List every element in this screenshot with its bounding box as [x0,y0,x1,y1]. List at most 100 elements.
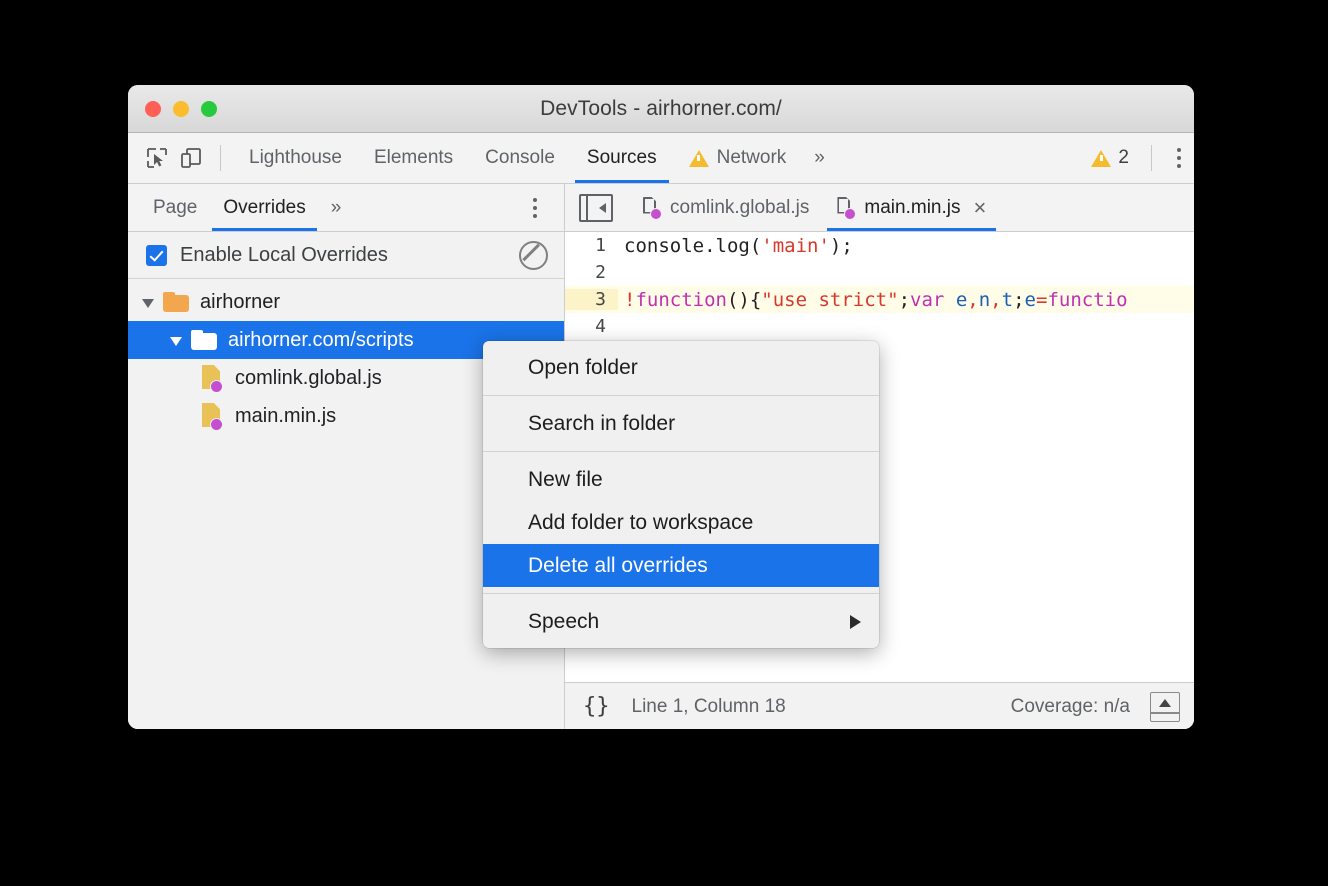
context-menu: Open folder Search in folder New file Ad… [483,341,879,648]
tree-item-label: airhorner.com/scripts [228,329,414,352]
window-traffic-lights [145,101,217,117]
tree-item-label: airhorner [200,291,280,314]
context-menu-item-label: Speech [528,610,599,634]
show-drawer-icon[interactable] [1150,692,1180,722]
toolbar-divider [220,145,221,171]
navigator-tabbar: Page Overrides » [128,184,564,232]
nav-tab-page-label: Page [153,197,197,219]
enable-local-overrides-row[interactable]: Enable Local Overrides [128,232,564,279]
line-number: 2 [565,262,618,283]
editor-tab-label: comlink.global.js [670,197,809,219]
window-titlebar: DevTools - airhorner.com/ [128,85,1194,133]
submenu-arrow-icon [850,615,861,629]
window-title: DevTools - airhorner.com/ [128,97,1194,121]
warning-count-label: 2 [1118,147,1129,169]
line-number: 3 [565,289,618,310]
js-file-override-icon [202,365,224,391]
context-menu-item-search-in-folder[interactable]: Search in folder [483,402,879,445]
code-line: 2 [565,259,1194,286]
line-content: !function(){"use strict";var e,n,t;e=fun… [618,289,1128,311]
code-line: 1 console.log('main'); [565,232,1194,259]
code-token: functio [1047,289,1127,311]
inspect-element-icon[interactable] [140,141,174,175]
context-menu-item-new-file[interactable]: New file [483,458,879,501]
editor-tabbar: comlink.global.js main.min.js × [565,184,1194,232]
tab-elements[interactable]: Elements [358,133,469,183]
tab-sources-label: Sources [587,147,657,169]
code-token: e [956,289,967,311]
code-line: 4 [565,313,1194,340]
minimize-window-button[interactable] [173,101,189,117]
context-menu-item-speech[interactable]: Speech [483,600,879,643]
context-menu-separator [483,395,879,396]
maximize-window-button[interactable] [201,101,217,117]
context-menu-item-label: Search in folder [528,412,675,436]
tab-elements-label: Elements [374,147,453,169]
code-token: (){ [727,289,761,311]
nav-tab-overrides-label: Overrides [223,197,305,219]
editor-tab-main-min-js[interactable]: main.min.js × [823,184,1000,231]
context-menu-separator [483,451,879,452]
line-content: console.log('main'); [618,235,853,257]
code-token: t [1002,289,1013,311]
code-token: console.log( [624,235,761,257]
code-token: , [990,289,1001,311]
code-token: "use strict" [761,289,898,311]
tree-item-label: main.min.js [235,405,336,428]
js-file-override-icon [202,403,224,429]
clear-overrides-icon[interactable] [519,241,548,270]
code-token: 'main' [761,235,830,257]
code-token: ! [624,289,635,311]
tabbar-right-group: 2 [1081,141,1194,175]
tab-console-label: Console [485,147,555,169]
context-menu-item-label: Delete all overrides [528,554,708,578]
more-tabs-chevron-icon[interactable]: » [802,133,837,183]
navigator-menu-kebab-icon[interactable] [520,191,550,225]
context-menu-item-label: Add folder to workspace [528,511,753,535]
cursor-position-label: Line 1, Column 18 [632,696,786,718]
code-token: function [635,289,727,311]
code-token: ); [830,235,853,257]
close-window-button[interactable] [145,101,161,117]
tree-item-airhorner[interactable]: airhorner [128,283,564,321]
code-token: = [1036,289,1047,311]
warning-triangle-icon [689,150,709,167]
nav-tab-overrides[interactable]: Overrides [210,184,318,231]
line-number: 4 [565,316,618,337]
warning-triangle-icon [1091,150,1111,167]
context-menu-item-add-folder-to-workspace[interactable]: Add folder to workspace [483,501,879,544]
context-menu-item-delete-all-overrides[interactable]: Delete all overrides [483,544,879,587]
warning-count-badge[interactable]: 2 [1081,147,1139,169]
enable-local-overrides-label: Enable Local Overrides [180,244,388,267]
code-token: e [1025,289,1036,311]
context-menu-item-open-folder[interactable]: Open folder [483,346,879,389]
enable-local-overrides-checkbox[interactable] [146,245,167,266]
code-token: var [910,289,944,311]
chevron-down-icon[interactable] [170,337,182,346]
tree-item-label: comlink.global.js [235,367,382,390]
folder-icon [191,330,217,350]
close-tab-icon[interactable]: × [973,197,986,219]
editor-status-bar: {} Line 1, Column 18 Coverage: n/a [565,682,1194,729]
context-menu-item-label: New file [528,468,603,492]
main-menu-kebab-icon[interactable] [1164,141,1194,175]
tab-network[interactable]: Network [673,133,803,183]
tab-console[interactable]: Console [469,133,571,183]
line-number: 1 [565,235,618,256]
context-menu-item-label: Open folder [528,356,638,380]
editor-tab-comlink-global-js[interactable]: comlink.global.js [629,184,823,231]
nav-more-tabs-chevron-icon[interactable]: » [319,184,354,231]
tab-sources[interactable]: Sources [571,133,673,183]
show-navigator-icon[interactable] [579,194,613,222]
tab-lighthouse-label: Lighthouse [249,147,342,169]
pretty-print-icon[interactable]: {} [583,694,610,719]
tab-lighthouse[interactable]: Lighthouse [233,133,358,183]
devtools-main-tabbar: Lighthouse Elements Console Sources Netw… [128,133,1194,184]
chevron-down-icon[interactable] [142,299,154,308]
code-line: 3 !function(){"use strict";var e,n,t;e=f… [565,286,1194,313]
device-toolbar-icon[interactable] [174,141,208,175]
nav-tab-page[interactable]: Page [140,184,210,231]
context-menu-separator [483,593,879,594]
code-token: ; [899,289,910,311]
screenshot-root: DevTools - airhorner.com/ Lighthouse [0,0,1328,886]
